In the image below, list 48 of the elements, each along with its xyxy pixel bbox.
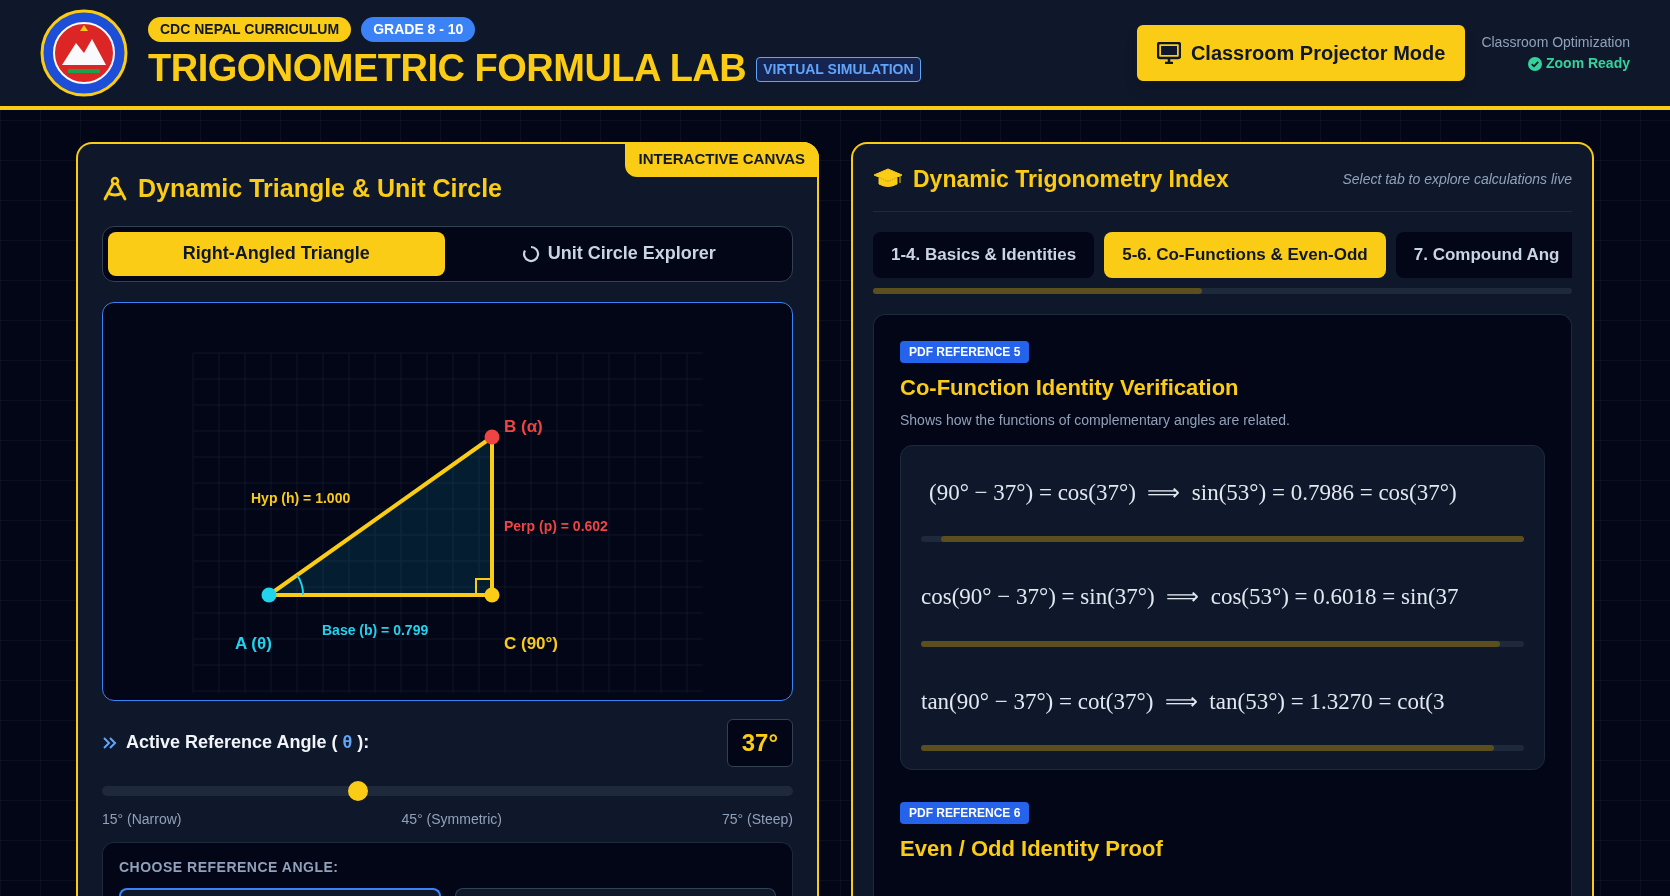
slider-tick-label: 45° (Symmetric) bbox=[401, 809, 502, 829]
slider-thumb[interactable] bbox=[347, 780, 368, 801]
formula-text: tan(90° − 37°) = cot(37°) ⟹ tan(53°) = 1.3270 = cot(3 bbox=[921, 687, 1446, 716]
grade-badge: GRADE 8 - 10 bbox=[361, 16, 476, 42]
panel-title: Dynamic Triangle & Unit Circle bbox=[138, 173, 502, 204]
mode-tab[interactable]: Right-Angled Triangle bbox=[108, 231, 445, 276]
zoom-status: Zoom Ready bbox=[1546, 54, 1630, 73]
formula-scrollbar[interactable] bbox=[921, 745, 1524, 751]
tab-scrollbar[interactable] bbox=[873, 287, 1572, 294]
mode-tab[interactable]: Unit Circle Explorer bbox=[450, 231, 787, 276]
curriculum-badge: CDC NEPAL CURRICULUM bbox=[148, 16, 352, 42]
reference-badge: PDF REFERENCE 6 bbox=[900, 802, 1030, 824]
projector-mode-button[interactable]: Classroom Projector Mode bbox=[1134, 23, 1468, 83]
reference-badge: PDF REFERENCE 5 bbox=[900, 340, 1030, 363]
vertex-label: C (90°) bbox=[504, 633, 559, 653]
angle-value: 37° bbox=[726, 718, 793, 767]
slider-tick-label: 75° (Steep) bbox=[722, 809, 793, 829]
section-description: Shows how the functions of complementary angles are related. bbox=[900, 410, 1291, 430]
formula-scrollbar[interactable] bbox=[921, 536, 1524, 542]
index-tab[interactable]: 5-6. Co-Functions & Even-Odd bbox=[1104, 231, 1386, 278]
hint-text: Select tab to explore calculations live bbox=[1342, 169, 1572, 189]
check-circle-icon bbox=[1528, 56, 1542, 71]
section-title: Even / Odd Identity Proof bbox=[900, 835, 1164, 863]
side-label: Hyp (h) = 1.000 bbox=[251, 489, 351, 506]
index-tab[interactable]: 1-4. Basics & Identities bbox=[873, 231, 1095, 278]
side-label: Perp (p) = 0.602 bbox=[504, 517, 608, 534]
vertex-point[interactable] bbox=[484, 429, 500, 444]
vertex-label: A (θ) bbox=[235, 633, 272, 653]
chevrons-right-icon bbox=[102, 734, 118, 751]
canvas-badge: INTERACTIVE CANVAS bbox=[624, 142, 819, 177]
formula-text: cos(90° − 37°) = sin(37°) ⟹ cos(53°) = 0.6018 = sin(37 bbox=[921, 583, 1460, 611]
angle-label: Active Reference Angle ( θ ): bbox=[126, 731, 370, 754]
chooser-heading: CHOOSE REFERENCE ANGLE: bbox=[119, 857, 340, 877]
formula-text: (90° − 37°) = cos(37°) ⟹ sin(53°) = 0.7986 = cos(37°) bbox=[928, 478, 1458, 507]
app-title: TRIGONOMETRIC FORMULA LAB bbox=[148, 45, 747, 90]
panel-title: Dynamic Trigonometry Index bbox=[913, 165, 1229, 194]
simulation-tag: VIRTUAL SIMULATION bbox=[756, 57, 921, 82]
slider-tick-label: 15° (Narrow) bbox=[102, 809, 182, 829]
optimization-label: Classroom Optimization bbox=[1481, 33, 1630, 52]
formula-scrollbar[interactable] bbox=[921, 640, 1524, 647]
monitor-icon bbox=[1156, 42, 1181, 64]
angle-slider[interactable] bbox=[102, 780, 793, 801]
side-label: Base (b) = 0.799 bbox=[322, 621, 429, 638]
section-title: Co-Function Identity Verification bbox=[900, 373, 1240, 402]
angle-option-button[interactable] bbox=[119, 887, 441, 896]
compass-icon bbox=[102, 175, 128, 202]
index-tab[interactable]: 7. Compound Ang bbox=[1395, 231, 1572, 278]
vertex-label: B (α) bbox=[504, 416, 543, 436]
